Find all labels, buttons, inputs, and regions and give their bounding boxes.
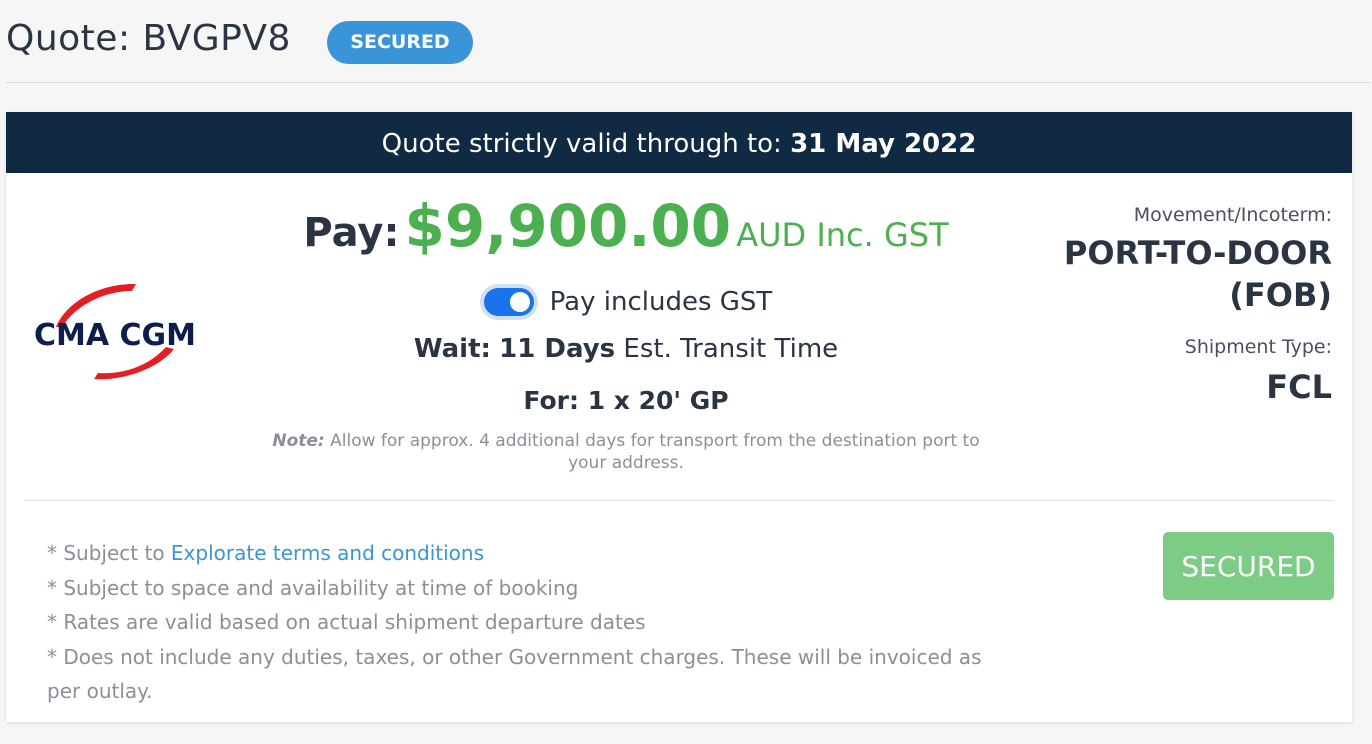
wait-label: Wait:: [413, 334, 491, 364]
movement-value-line1: PORT-TO-DOOR: [1063, 234, 1332, 272]
terms-link[interactable]: Explorate terms and conditions: [171, 541, 484, 565]
divider: [24, 500, 1334, 501]
page-title: Quote: BVGPV8: [6, 18, 291, 59]
shipment-type-value: FCL: [1266, 368, 1332, 406]
terms-item: * Subject to Explorate terms and conditi…: [47, 536, 1007, 571]
validity-prefix: Quote strictly valid through to:: [381, 129, 782, 159]
pay-label: Pay:: [303, 210, 400, 256]
transit-time: Wait: 11 Days Est. Transit Time: [256, 334, 996, 364]
container-label: For:: [523, 386, 579, 415]
price-currency: AUD Inc. GST: [736, 216, 949, 254]
toggle-track: [483, 288, 534, 316]
shipment-details: Movement/Incoterm: PORT-TO-DOOR (FOB) Sh…: [1002, 204, 1332, 408]
terms-item: * Subject to space and availability at t…: [47, 575, 579, 600]
terms-item: * Does not include any duties, taxes, or…: [47, 644, 982, 704]
note-label: Note:: [272, 431, 325, 451]
status-badge: SECURED: [327, 21, 473, 64]
gst-toggle[interactable]: [479, 284, 538, 320]
quote-card: Quote strictly valid through to: 31 May …: [6, 112, 1352, 722]
terms-prefix: * Subject to: [47, 541, 165, 565]
note-text: Allow for approx. 4 additional days for …: [330, 431, 980, 473]
container-line: For: 1 x 20' GP: [256, 386, 996, 415]
page-header: Quote: BVGPV8 SECURED: [6, 0, 1370, 83]
price-line: Pay: $9,900.00 AUD Inc. GST: [256, 192, 996, 260]
movement-value-line2: (FOB): [1229, 276, 1332, 314]
terms-item: * Rates are valid based on actual shipme…: [47, 610, 646, 634]
shipment-type-label: Shipment Type:: [1184, 336, 1332, 358]
gst-toggle-label: Pay includes GST: [549, 287, 773, 317]
movement-label: Movement/Incoterm:: [1133, 204, 1332, 226]
carrier-logo: CMA CGM: [24, 277, 206, 387]
terms-list: * Subject to Explorate terms and conditi…: [47, 536, 1007, 709]
wait-suffix: Est. Transit Time: [623, 334, 839, 364]
wait-days: 11 Days: [499, 334, 616, 364]
secured-button[interactable]: SECURED: [1163, 532, 1334, 600]
validity-banner: Quote strictly valid through to: 31 May …: [6, 112, 1352, 173]
price-amount: $9,900.00: [404, 192, 732, 260]
transport-note: Note: Allow for approx. 4 additional day…: [256, 430, 996, 474]
gst-toggle-row: Pay includes GST: [256, 282, 996, 322]
container-value: 1 x 20' GP: [587, 386, 729, 415]
toggle-knob: [509, 292, 530, 312]
validity-date: 31 May 2022: [790, 129, 977, 159]
carrier-name: CMA CGM: [34, 318, 196, 353]
